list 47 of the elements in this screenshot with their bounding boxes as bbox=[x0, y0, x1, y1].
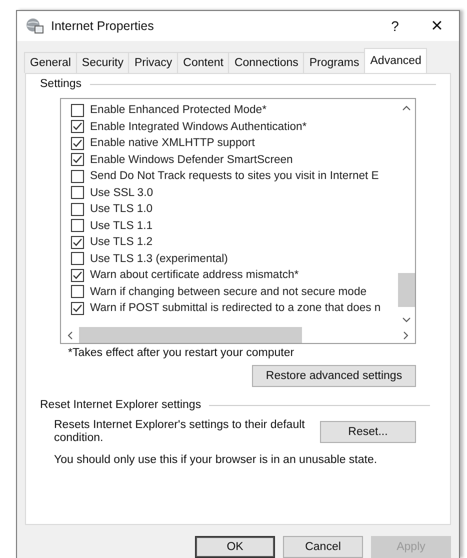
close-button[interactable]: × bbox=[415, 11, 459, 41]
reset-button[interactable]: Reset... bbox=[320, 421, 416, 443]
scroll-thumb[interactable] bbox=[398, 273, 415, 307]
checkbox[interactable] bbox=[71, 104, 84, 117]
checkbox[interactable] bbox=[71, 302, 84, 315]
setting-label: Use TLS 1.2 bbox=[90, 236, 153, 248]
tab[interactable]: Advanced bbox=[364, 48, 428, 73]
setting-label: Use TLS 1.0 bbox=[90, 203, 153, 216]
scroll-up-icon[interactable] bbox=[402, 105, 411, 111]
setting-label: Enable Windows Defender SmartScreen bbox=[90, 154, 293, 166]
tab[interactable]: General bbox=[24, 52, 77, 73]
setting-label: Send Do Not Track requests to sites you visit in Internet E bbox=[90, 170, 379, 182]
help-button[interactable]: ? bbox=[375, 11, 415, 41]
checkbox[interactable] bbox=[71, 170, 84, 183]
reset-description: Resets Internet Explorer's settings to their default condition. bbox=[54, 419, 306, 445]
checkbox[interactable] bbox=[71, 236, 84, 249]
group-title: Settings bbox=[40, 78, 82, 90]
checkbox[interactable] bbox=[71, 186, 84, 200]
checkbox[interactable] bbox=[71, 219, 84, 232]
setting-label: Warn if POST submittal is redirected to a zone that does n bbox=[90, 302, 381, 314]
checkbox[interactable] bbox=[71, 120, 84, 134]
warning-text: You should only use this if your browser is in an unusable state. bbox=[54, 454, 378, 466]
checkbox[interactable] bbox=[71, 153, 84, 166]
group-title: Reset Internet Explorer settings bbox=[40, 399, 202, 411]
setting-label: Use TLS 1.1 bbox=[90, 220, 153, 232]
scroll-left-icon[interactable] bbox=[67, 330, 73, 340]
checkbox[interactable] bbox=[71, 268, 84, 282]
scroll-right-icon[interactable] bbox=[403, 330, 409, 340]
restart-note: *Takes effect after you restart your computer bbox=[68, 347, 296, 359]
setting-label: Warn about certificate address mismatch* bbox=[90, 269, 299, 282]
setting-label: Enable Integrated Windows Authentication* bbox=[90, 120, 307, 133]
scroll-thumb[interactable] bbox=[79, 327, 302, 343]
restore-button[interactable]: Restore advanced settings bbox=[252, 365, 416, 387]
scroll-down-icon[interactable] bbox=[402, 317, 411, 323]
globe-icon bbox=[26, 18, 44, 34]
checkbox[interactable] bbox=[71, 252, 84, 266]
checkbox[interactable] bbox=[71, 285, 84, 298]
checkbox[interactable] bbox=[71, 202, 84, 216]
setting-label: Warn if changing between secure and not secure mode bbox=[90, 286, 367, 298]
setting-label: Enable native XMLHTTP support bbox=[90, 137, 255, 150]
setting-label: Use TLS 1.3 (experimental) bbox=[90, 252, 228, 265]
setting-label: Enable Enhanced Protected Mode* bbox=[90, 104, 266, 116]
dialog-button[interactable]: Cancel bbox=[283, 536, 363, 558]
window-title: Internet Properties bbox=[51, 19, 154, 33]
dialog-button[interactable]: OK bbox=[195, 536, 275, 558]
checkbox[interactable] bbox=[71, 136, 84, 150]
setting-label: Use SSL 3.0 bbox=[90, 186, 154, 199]
